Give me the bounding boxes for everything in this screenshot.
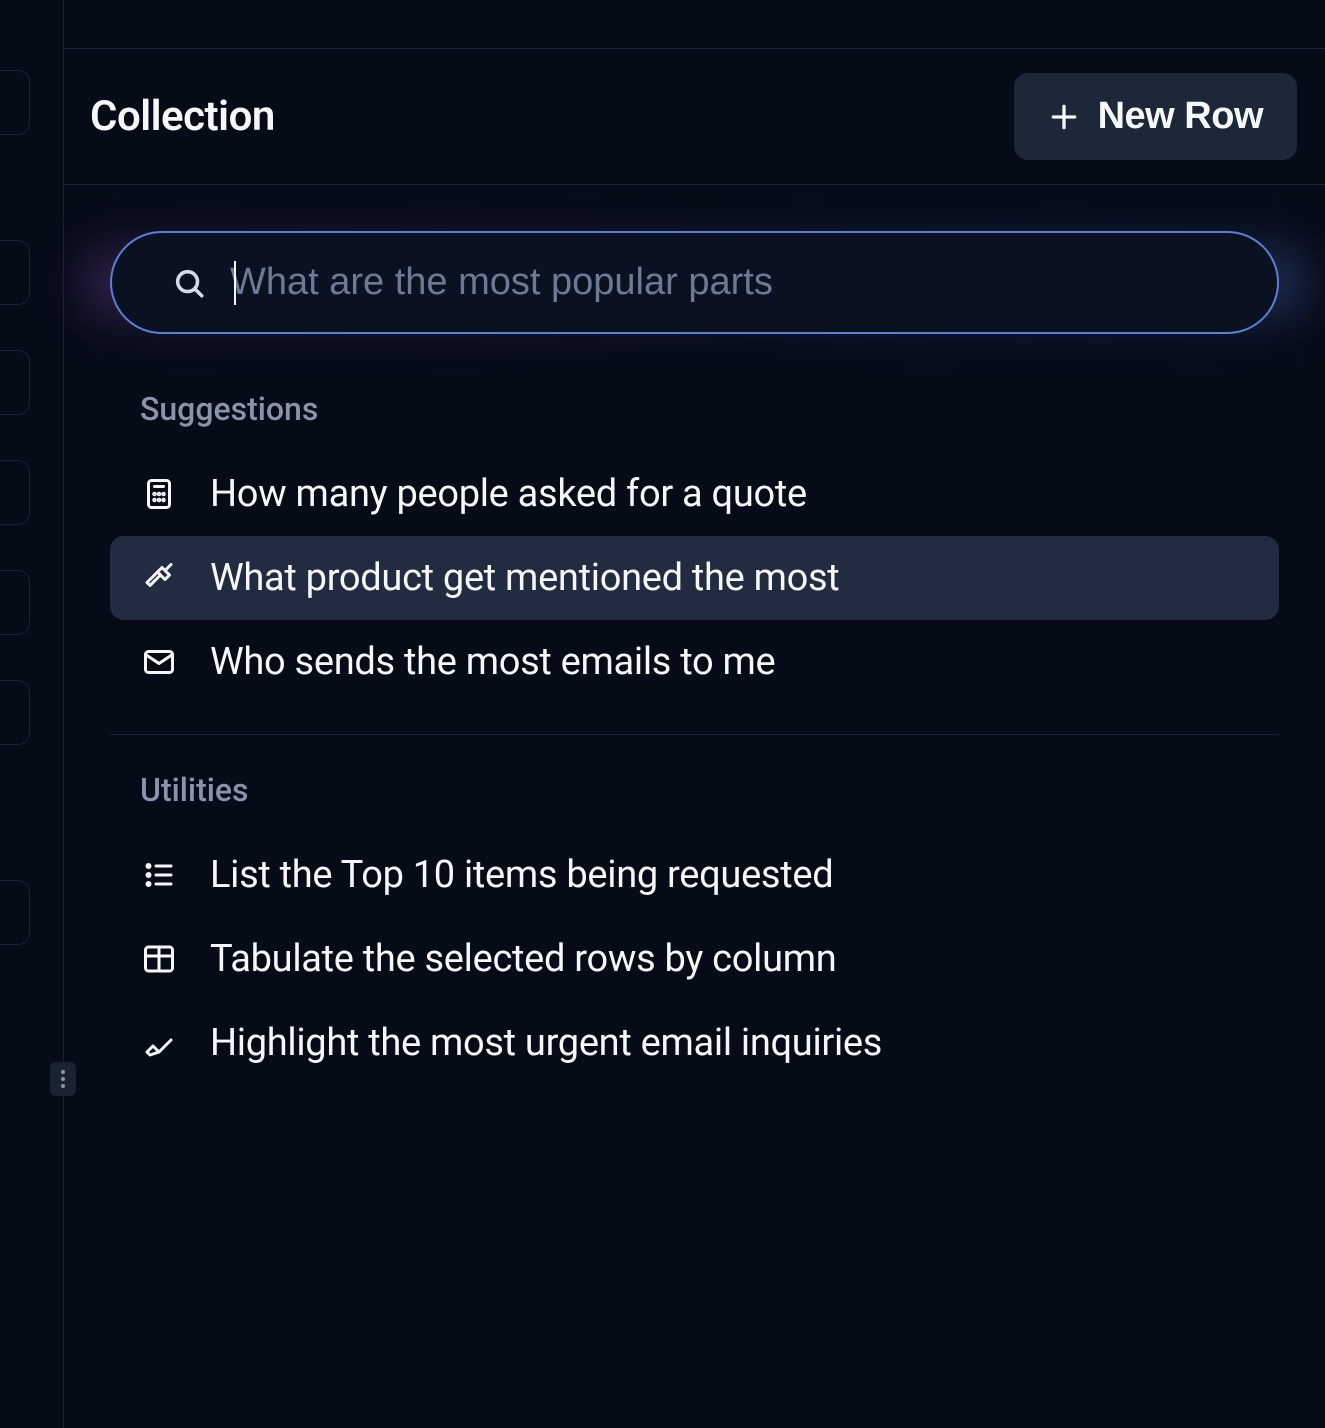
- text-cursor: [234, 261, 236, 305]
- new-row-button[interactable]: New Row: [1014, 73, 1297, 160]
- panel-title: Collection: [90, 92, 275, 141]
- panel-header: Collection New Row: [64, 49, 1325, 185]
- section-divider: [110, 734, 1279, 735]
- suggestion-label: What product get mentioned the most: [210, 556, 839, 600]
- list-icon: [141, 857, 177, 893]
- suggestion-item-quote[interactable]: How many people asked for a quote: [110, 452, 1279, 536]
- panel-content: Suggestions How many people ask: [64, 185, 1325, 1085]
- search-icon: [172, 266, 206, 300]
- rail-slot: [0, 680, 30, 745]
- utility-item-tabulate[interactable]: Tabulate the selected rows by column: [110, 917, 1279, 1001]
- utilities-list: List the Top 10 items being requested Ta…: [110, 833, 1279, 1085]
- rail-slot: [0, 880, 30, 945]
- rail-slot: [0, 460, 30, 525]
- plus-icon: [1048, 101, 1080, 133]
- suggestions-list: How many people asked for a quote What p…: [110, 452, 1279, 704]
- suggestions-heading: Suggestions: [110, 390, 1279, 428]
- table-icon: [141, 941, 177, 977]
- rail-slot: [0, 70, 30, 135]
- highlight-icon: [141, 1025, 177, 1061]
- suggestion-label: Who sends the most emails to me: [210, 640, 775, 684]
- mail-icon: [141, 644, 177, 680]
- search-box[interactable]: [110, 231, 1279, 334]
- search-input[interactable]: [230, 261, 1233, 304]
- hammer-icon: [141, 560, 177, 596]
- utility-label: Highlight the most urgent email inquirie…: [210, 1021, 882, 1065]
- rail-slot: [0, 350, 30, 415]
- utility-label: Tabulate the selected rows by column: [210, 937, 836, 981]
- utility-item-highlight[interactable]: Highlight the most urgent email inquirie…: [110, 1001, 1279, 1085]
- suggestion-item-product[interactable]: What product get mentioned the most: [110, 536, 1279, 620]
- new-row-label: New Row: [1098, 95, 1263, 138]
- utilities-heading: Utilities: [110, 771, 1279, 809]
- utility-label: List the Top 10 items being requested: [210, 853, 833, 897]
- calculator-icon: [141, 476, 177, 512]
- rail-slot: [0, 570, 30, 635]
- search-container: [110, 231, 1279, 334]
- left-rail: [0, 0, 64, 1428]
- suggestion-label: How many people asked for a quote: [210, 472, 807, 516]
- suggestion-item-emails[interactable]: Who sends the most emails to me: [110, 620, 1279, 704]
- utility-item-list[interactable]: List the Top 10 items being requested: [110, 833, 1279, 917]
- rail-slot: [0, 240, 30, 305]
- main-panel: Collection New Row Suggestions: [64, 48, 1325, 1428]
